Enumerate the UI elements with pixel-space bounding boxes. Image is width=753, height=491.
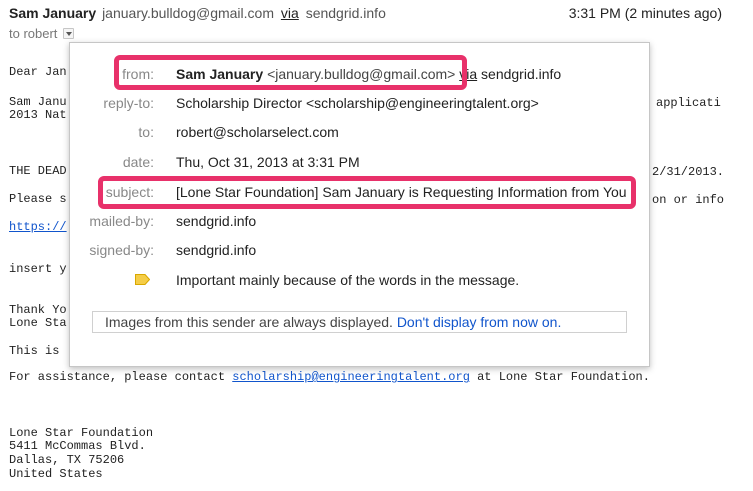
assistance-email-link[interactable]: scholarship@engineeringtalent.org	[232, 370, 470, 384]
images-notice-text: Images from this sender are always displ…	[105, 314, 393, 330]
reply-to-value: Scholarship Director <scholarship@engine…	[176, 95, 539, 111]
assistance-text: For assistance, please contact	[9, 370, 233, 384]
reply-to-label: reply-to:	[103, 95, 154, 111]
message-time: 3:31 PM (2 minutes ago)	[568, 5, 722, 21]
detail-row-mailed-by: mailed-by: sendgrid.info	[70, 213, 649, 233]
detail-row-date: date: Thu, Oct 31, 2013 at 3:31 PM	[70, 154, 649, 174]
body-line: THE DEAD	[9, 164, 67, 178]
footer-line: Dallas, TX 75206	[9, 453, 125, 467]
recipient-line: to robert	[9, 26, 75, 41]
footer-line: United States	[9, 467, 103, 481]
show-details-toggle[interactable]	[63, 28, 75, 39]
detail-row-signed-by: signed-by: sendgrid.info	[70, 242, 649, 262]
chevron-down-icon	[66, 32, 73, 36]
images-notice: Images from this sender are always displ…	[92, 311, 627, 333]
date-label: date:	[122, 154, 154, 170]
body-line: Dear Jan	[9, 65, 67, 79]
signed-by-value: sendgrid.info	[176, 242, 257, 258]
sender-name[interactable]: Sam January	[9, 5, 96, 21]
detail-row-reply-to: reply-to: Scholarship Director <scholars…	[70, 95, 649, 115]
mailed-by-label: mailed-by:	[89, 213, 154, 229]
sender-email: january.bulldog@gmail.com	[102, 5, 274, 21]
importance-text: Important mainly because of the words in…	[176, 272, 520, 288]
sender-line: Sam January january.bulldog@gmail.com vi…	[9, 5, 386, 21]
from-label: from:	[122, 66, 154, 82]
body-link[interactable]: https://	[9, 220, 67, 235]
mailed-by-value: sendgrid.info	[176, 213, 257, 229]
to-value: robert@scholarselect.com	[176, 124, 339, 140]
footer-line: 5411 McCommas Blvd.	[9, 439, 146, 453]
from-domain: sendgrid.info	[481, 66, 562, 82]
from-value: Sam January <january.bulldog@gmail.com> …	[176, 66, 561, 82]
assistance-line: For assistance, please contact scholarsh…	[9, 370, 650, 385]
detail-row-to: to: robert@scholarselect.com	[70, 124, 649, 144]
subject-value: [Lone Star Foundation] Sam January is Re…	[176, 184, 627, 200]
date-value: Thu, Oct 31, 2013 at 3:31 PM	[176, 154, 360, 170]
body-line: This is	[9, 344, 60, 358]
from-email: <january.bulldog@gmail.com>	[267, 66, 456, 82]
signed-by-label: signed-by:	[89, 242, 154, 258]
subject-label: subject:	[105, 184, 154, 200]
recipient-text: to robert	[9, 26, 58, 41]
importance-marker-icon	[135, 274, 150, 285]
message-details-popup: from: Sam January <january.bulldog@gmail…	[69, 42, 650, 367]
dont-display-link[interactable]: Don't display from now on.	[397, 314, 562, 330]
detail-row-from: from: Sam January <january.bulldog@gmail…	[70, 66, 649, 86]
body-line: Lone Sta	[9, 316, 67, 330]
body-fragment: 2/31/2013.	[652, 165, 725, 179]
via-link[interactable]: via	[281, 5, 299, 21]
body-fragment: applicati	[656, 96, 721, 110]
from-name: Sam January	[176, 66, 264, 82]
body-fragment: on or info	[652, 193, 725, 207]
body-line: 2013 Nat	[9, 108, 67, 122]
to-label: to:	[138, 124, 154, 140]
detail-row-subject: subject: [Lone Star Foundation] Sam Janu…	[70, 184, 649, 204]
body-line: Please s	[9, 192, 67, 206]
from-via-link[interactable]: via	[459, 66, 477, 82]
body-line: insert y	[9, 262, 67, 276]
assistance-suffix: at Lone Star Foundation.	[469, 370, 650, 384]
detail-row-importance: Important mainly because of the words in…	[70, 272, 649, 292]
via-domain: sendgrid.info	[305, 5, 386, 21]
